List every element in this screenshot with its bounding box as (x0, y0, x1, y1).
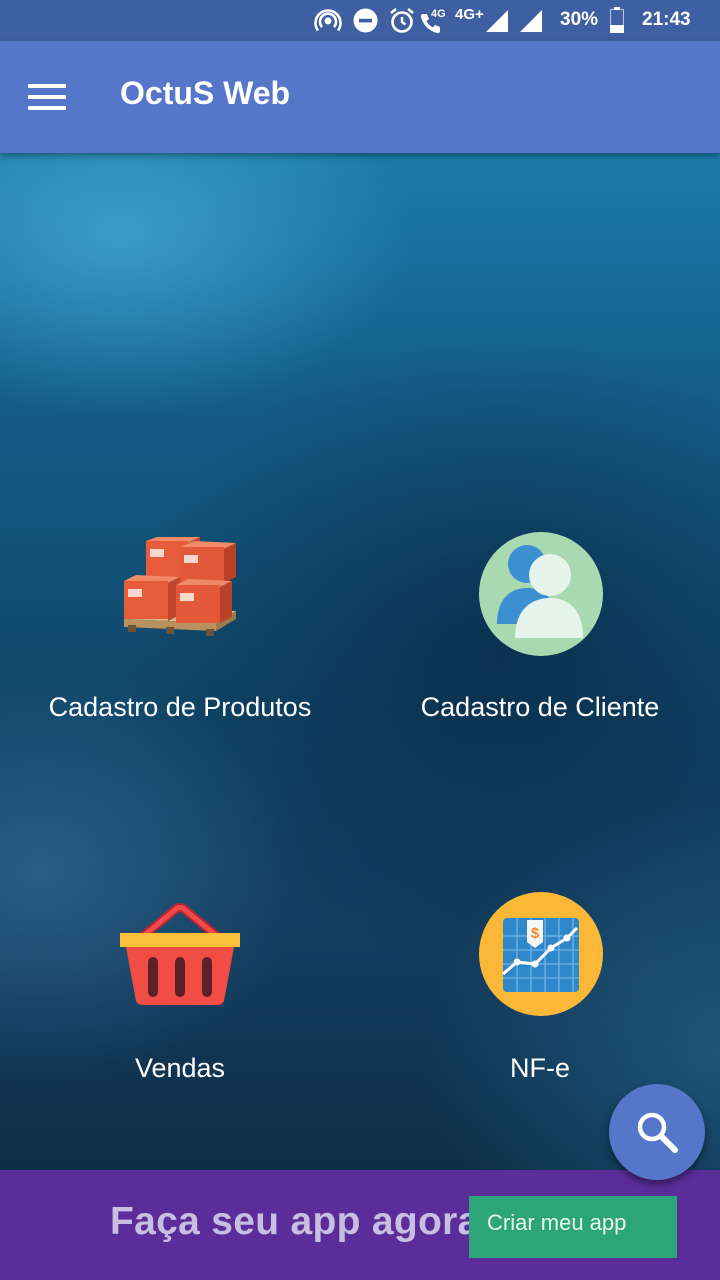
tile-cadastro-de-cliente[interactable]: Cadastro de Cliente (360, 523, 720, 743)
clock: 21:43 (642, 9, 691, 30)
alarm-icon (390, 7, 414, 33)
main-content: Cadastro de Produtos Cadastro de Cliente (0, 153, 720, 1170)
signal-icon (486, 10, 508, 32)
signal-icon (520, 10, 542, 32)
app-title: OctuS Web (120, 75, 291, 111)
search-icon (637, 1112, 678, 1153)
banner-text: Faça seu app agora! (110, 1200, 493, 1243)
shopping-basket-icon (120, 903, 240, 1005)
battery-percent: 30% (560, 9, 599, 30)
status-bar: 4G 4G+ 30% 21:43 (0, 0, 720, 41)
volte-label: 4G (431, 8, 446, 20)
tile-label: Cadastro de Produtos (48, 692, 312, 722)
app-bar: OctuS Web (0, 41, 720, 153)
create-app-button[interactable]: Criar meu app (469, 1196, 677, 1258)
tile-cadastro-de-produtos[interactable]: Cadastro de Produtos (0, 523, 360, 743)
tile-label: Cadastro de Cliente (420, 692, 660, 722)
tile-nf-e[interactable]: $ NF-e (360, 883, 720, 1103)
pallet-boxes-icon (124, 537, 236, 636)
search-fab[interactable] (609, 1084, 705, 1180)
tile-vendas[interactable]: Vendas (0, 883, 360, 1103)
promo-banner[interactable]: Faça seu app agora! Criar meu app (0, 1170, 720, 1280)
hamburger-menu-icon[interactable] (18, 69, 76, 125)
hotspot-icon (314, 9, 342, 32)
create-app-button-label: Criar meu app (487, 1210, 627, 1235)
tile-label: NF-e (510, 1053, 570, 1083)
dnd-icon (353, 8, 378, 33)
sales-chart-icon: $ (479, 892, 603, 1016)
users-icon (479, 532, 603, 656)
svg-text:$: $ (531, 925, 540, 942)
battery-icon (610, 7, 624, 33)
tile-label: Vendas (134, 1053, 226, 1083)
network-type: 4G+ (455, 6, 484, 23)
